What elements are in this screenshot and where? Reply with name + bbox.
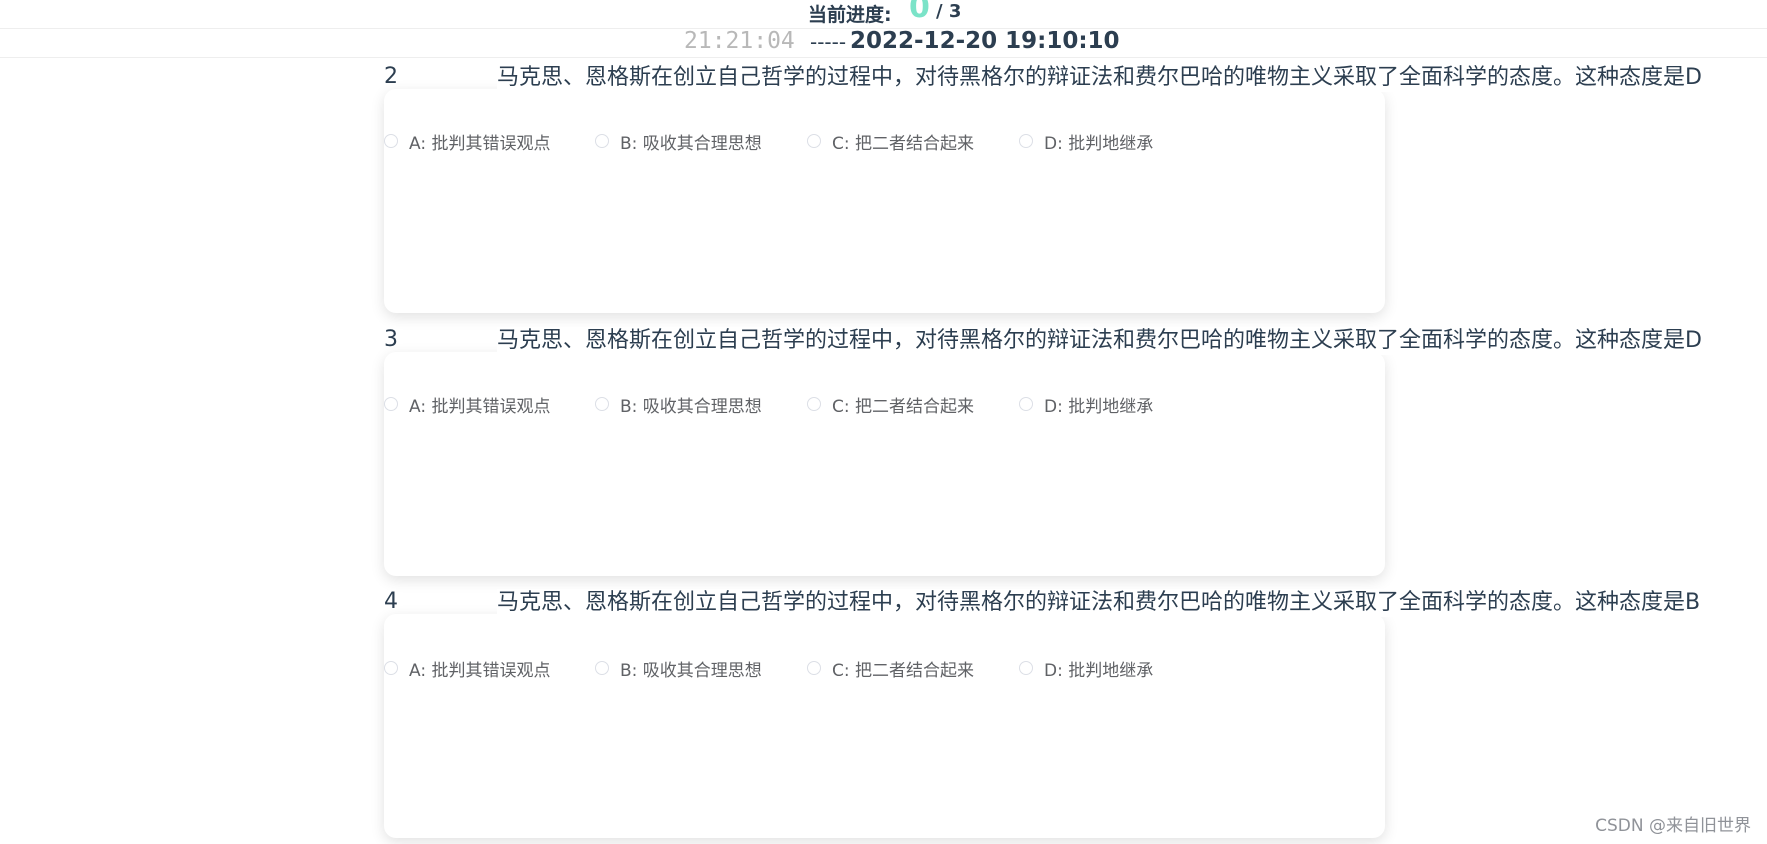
radio-circle-icon[interactable] — [807, 661, 821, 675]
question-card: 2 马克思、恩格斯在创立自己哲学的过程中，对待黑格尔的辩证法和费尔巴哈的唯物主义… — [384, 64, 1767, 313]
question-number: 3 — [384, 327, 398, 352]
option-c[interactable]: C: 把二者结合起来 — [807, 392, 975, 417]
question-text: 马克思、恩格斯在创立自己哲学的过程中，对待黑格尔的辩证法和费尔巴哈的唯物主义采取… — [497, 327, 1767, 355]
radio-circle-icon[interactable] — [1019, 661, 1033, 675]
radio-circle-icon[interactable] — [1019, 134, 1033, 148]
progress-current-count: 0 — [909, 0, 930, 25]
option-a[interactable]: A: 批判其错误观点 — [384, 392, 551, 417]
question-text: 马克思、恩格斯在创立自己哲学的过程中，对待黑格尔的辩证法和费尔巴哈的唯物主义采取… — [497, 64, 1767, 92]
radio-circle-icon[interactable] — [384, 397, 398, 411]
question-number: 2 — [384, 64, 398, 89]
radio-circle-icon[interactable] — [384, 661, 398, 675]
radio-circle-icon[interactable] — [1019, 397, 1033, 411]
option-label: C: 把二者结合起来 — [832, 660, 975, 681]
timer-separator: ----- — [810, 30, 847, 54]
progress-bar: 当前进度: 0 / 3 — [0, 0, 1767, 29]
option-a[interactable]: A: 批判其错误观点 — [384, 129, 551, 154]
option-label: B: 吸收其合理思想 — [620, 133, 762, 154]
question-card: 4 马克思、恩格斯在创立自己哲学的过程中，对待黑格尔的辩证法和费尔巴哈的唯物主义… — [384, 589, 1767, 838]
radio-circle-icon[interactable] — [384, 134, 398, 148]
option-d[interactable]: D: 批判地继承 — [1019, 129, 1154, 154]
timer-row: 21:21:04 ----- 2022-12-20 19:10:10 — [0, 28, 1767, 58]
option-label: D: 批判地继承 — [1044, 133, 1154, 154]
question-text: 马克思、恩格斯在创立自己哲学的过程中，对待黑格尔的辩证法和费尔巴哈的唯物主义采取… — [497, 589, 1767, 617]
option-label: C: 把二者结合起来 — [832, 396, 975, 417]
option-d[interactable]: D: 批判地继承 — [1019, 656, 1154, 681]
option-label: A: 批判其错误观点 — [409, 133, 551, 154]
option-label: D: 批判地继承 — [1044, 660, 1154, 681]
radio-circle-icon[interactable] — [807, 134, 821, 148]
progress-total-count: / 3 — [936, 1, 962, 22]
option-c[interactable]: C: 把二者结合起来 — [807, 129, 975, 154]
watermark: CSDN @来自旧世界 — [1595, 816, 1751, 836]
countdown-timer: 21:21:04 — [684, 28, 795, 54]
deadline-time: 2022-12-20 19:10:10 — [850, 28, 1120, 54]
option-label: A: 批判其错误观点 — [409, 396, 551, 417]
option-label: B: 吸收其合理思想 — [620, 660, 762, 681]
option-b[interactable]: B: 吸收其合理思想 — [595, 392, 762, 417]
radio-circle-icon[interactable] — [807, 397, 821, 411]
radio-circle-icon[interactable] — [595, 661, 609, 675]
radio-circle-icon[interactable] — [595, 397, 609, 411]
option-label: B: 吸收其合理思想 — [620, 396, 762, 417]
question-number: 4 — [384, 589, 398, 614]
option-b[interactable]: B: 吸收其合理思想 — [595, 656, 762, 681]
option-d[interactable]: D: 批判地继承 — [1019, 392, 1154, 417]
radio-circle-icon[interactable] — [595, 134, 609, 148]
question-card: 3 马克思、恩格斯在创立自己哲学的过程中，对待黑格尔的辩证法和费尔巴哈的唯物主义… — [384, 327, 1767, 576]
option-a[interactable]: A: 批判其错误观点 — [384, 656, 551, 681]
option-c[interactable]: C: 把二者结合起来 — [807, 656, 975, 681]
option-label: A: 批判其错误观点 — [409, 660, 551, 681]
option-b[interactable]: B: 吸收其合理思想 — [595, 129, 762, 154]
option-label: D: 批判地继承 — [1044, 396, 1154, 417]
option-label: C: 把二者结合起来 — [832, 133, 975, 154]
progress-label: 当前进度: — [808, 4, 892, 26]
